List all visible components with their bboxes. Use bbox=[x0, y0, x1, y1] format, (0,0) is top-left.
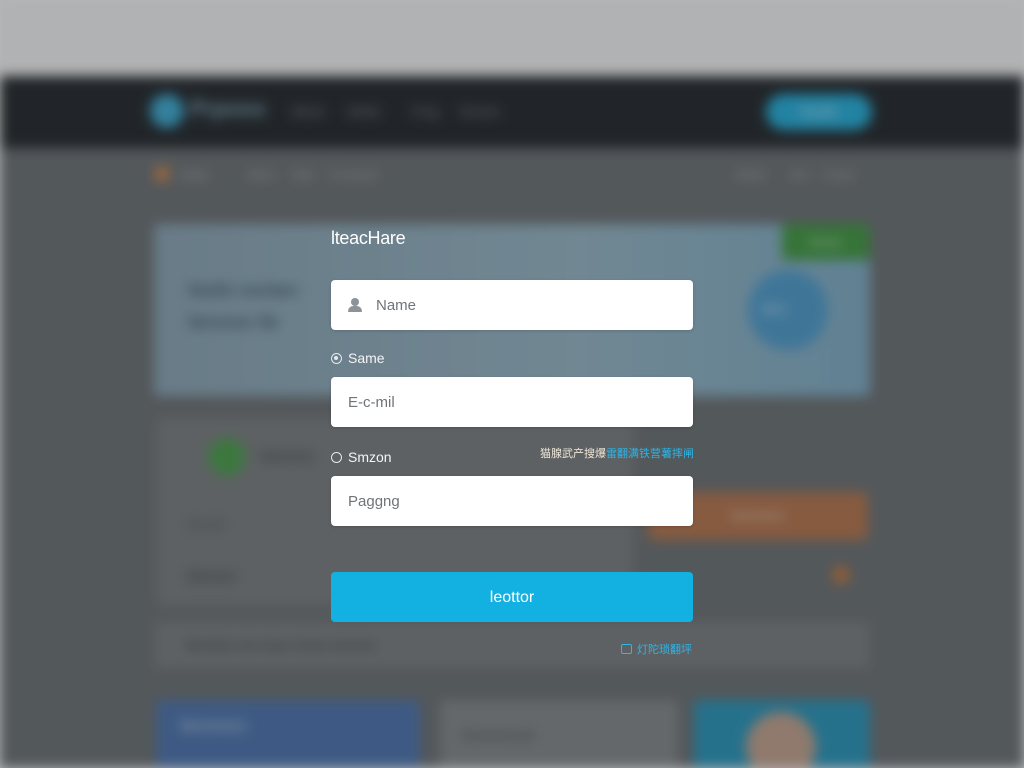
name-field[interactable] bbox=[331, 280, 693, 330]
radio-label: Smzon bbox=[348, 449, 392, 465]
terms-link-prefix: 猫腺武产搜爆 bbox=[540, 448, 606, 460]
radio-option-1[interactable]: Same bbox=[331, 350, 385, 366]
email-field[interactable] bbox=[331, 377, 693, 427]
password-field[interactable] bbox=[331, 476, 693, 526]
help-link-label: 灯陀琐翻坪 bbox=[637, 644, 692, 656]
radio-button-checked[interactable] bbox=[331, 352, 342, 364]
message-icon bbox=[621, 644, 632, 654]
password-input[interactable] bbox=[348, 492, 648, 510]
form-title: lteacHare bbox=[331, 228, 406, 248]
user-icon bbox=[348, 298, 362, 312]
email-input[interactable] bbox=[348, 393, 648, 411]
radio-button[interactable] bbox=[331, 451, 342, 463]
submit-button[interactable]: leottor bbox=[331, 572, 693, 622]
radio-option-2[interactable]: Smzon bbox=[331, 449, 392, 465]
terms-link-highlight[interactable]: 雷翻满铁营薯摔闸 bbox=[606, 448, 694, 460]
radio-label: Same bbox=[348, 350, 385, 366]
terms-link[interactable]: 猫腺武产搜爆雷翻满铁营薯摔闸 bbox=[540, 445, 694, 461]
help-link[interactable]: 灯陀琐翻坪 bbox=[621, 641, 692, 657]
name-input[interactable] bbox=[376, 296, 676, 314]
